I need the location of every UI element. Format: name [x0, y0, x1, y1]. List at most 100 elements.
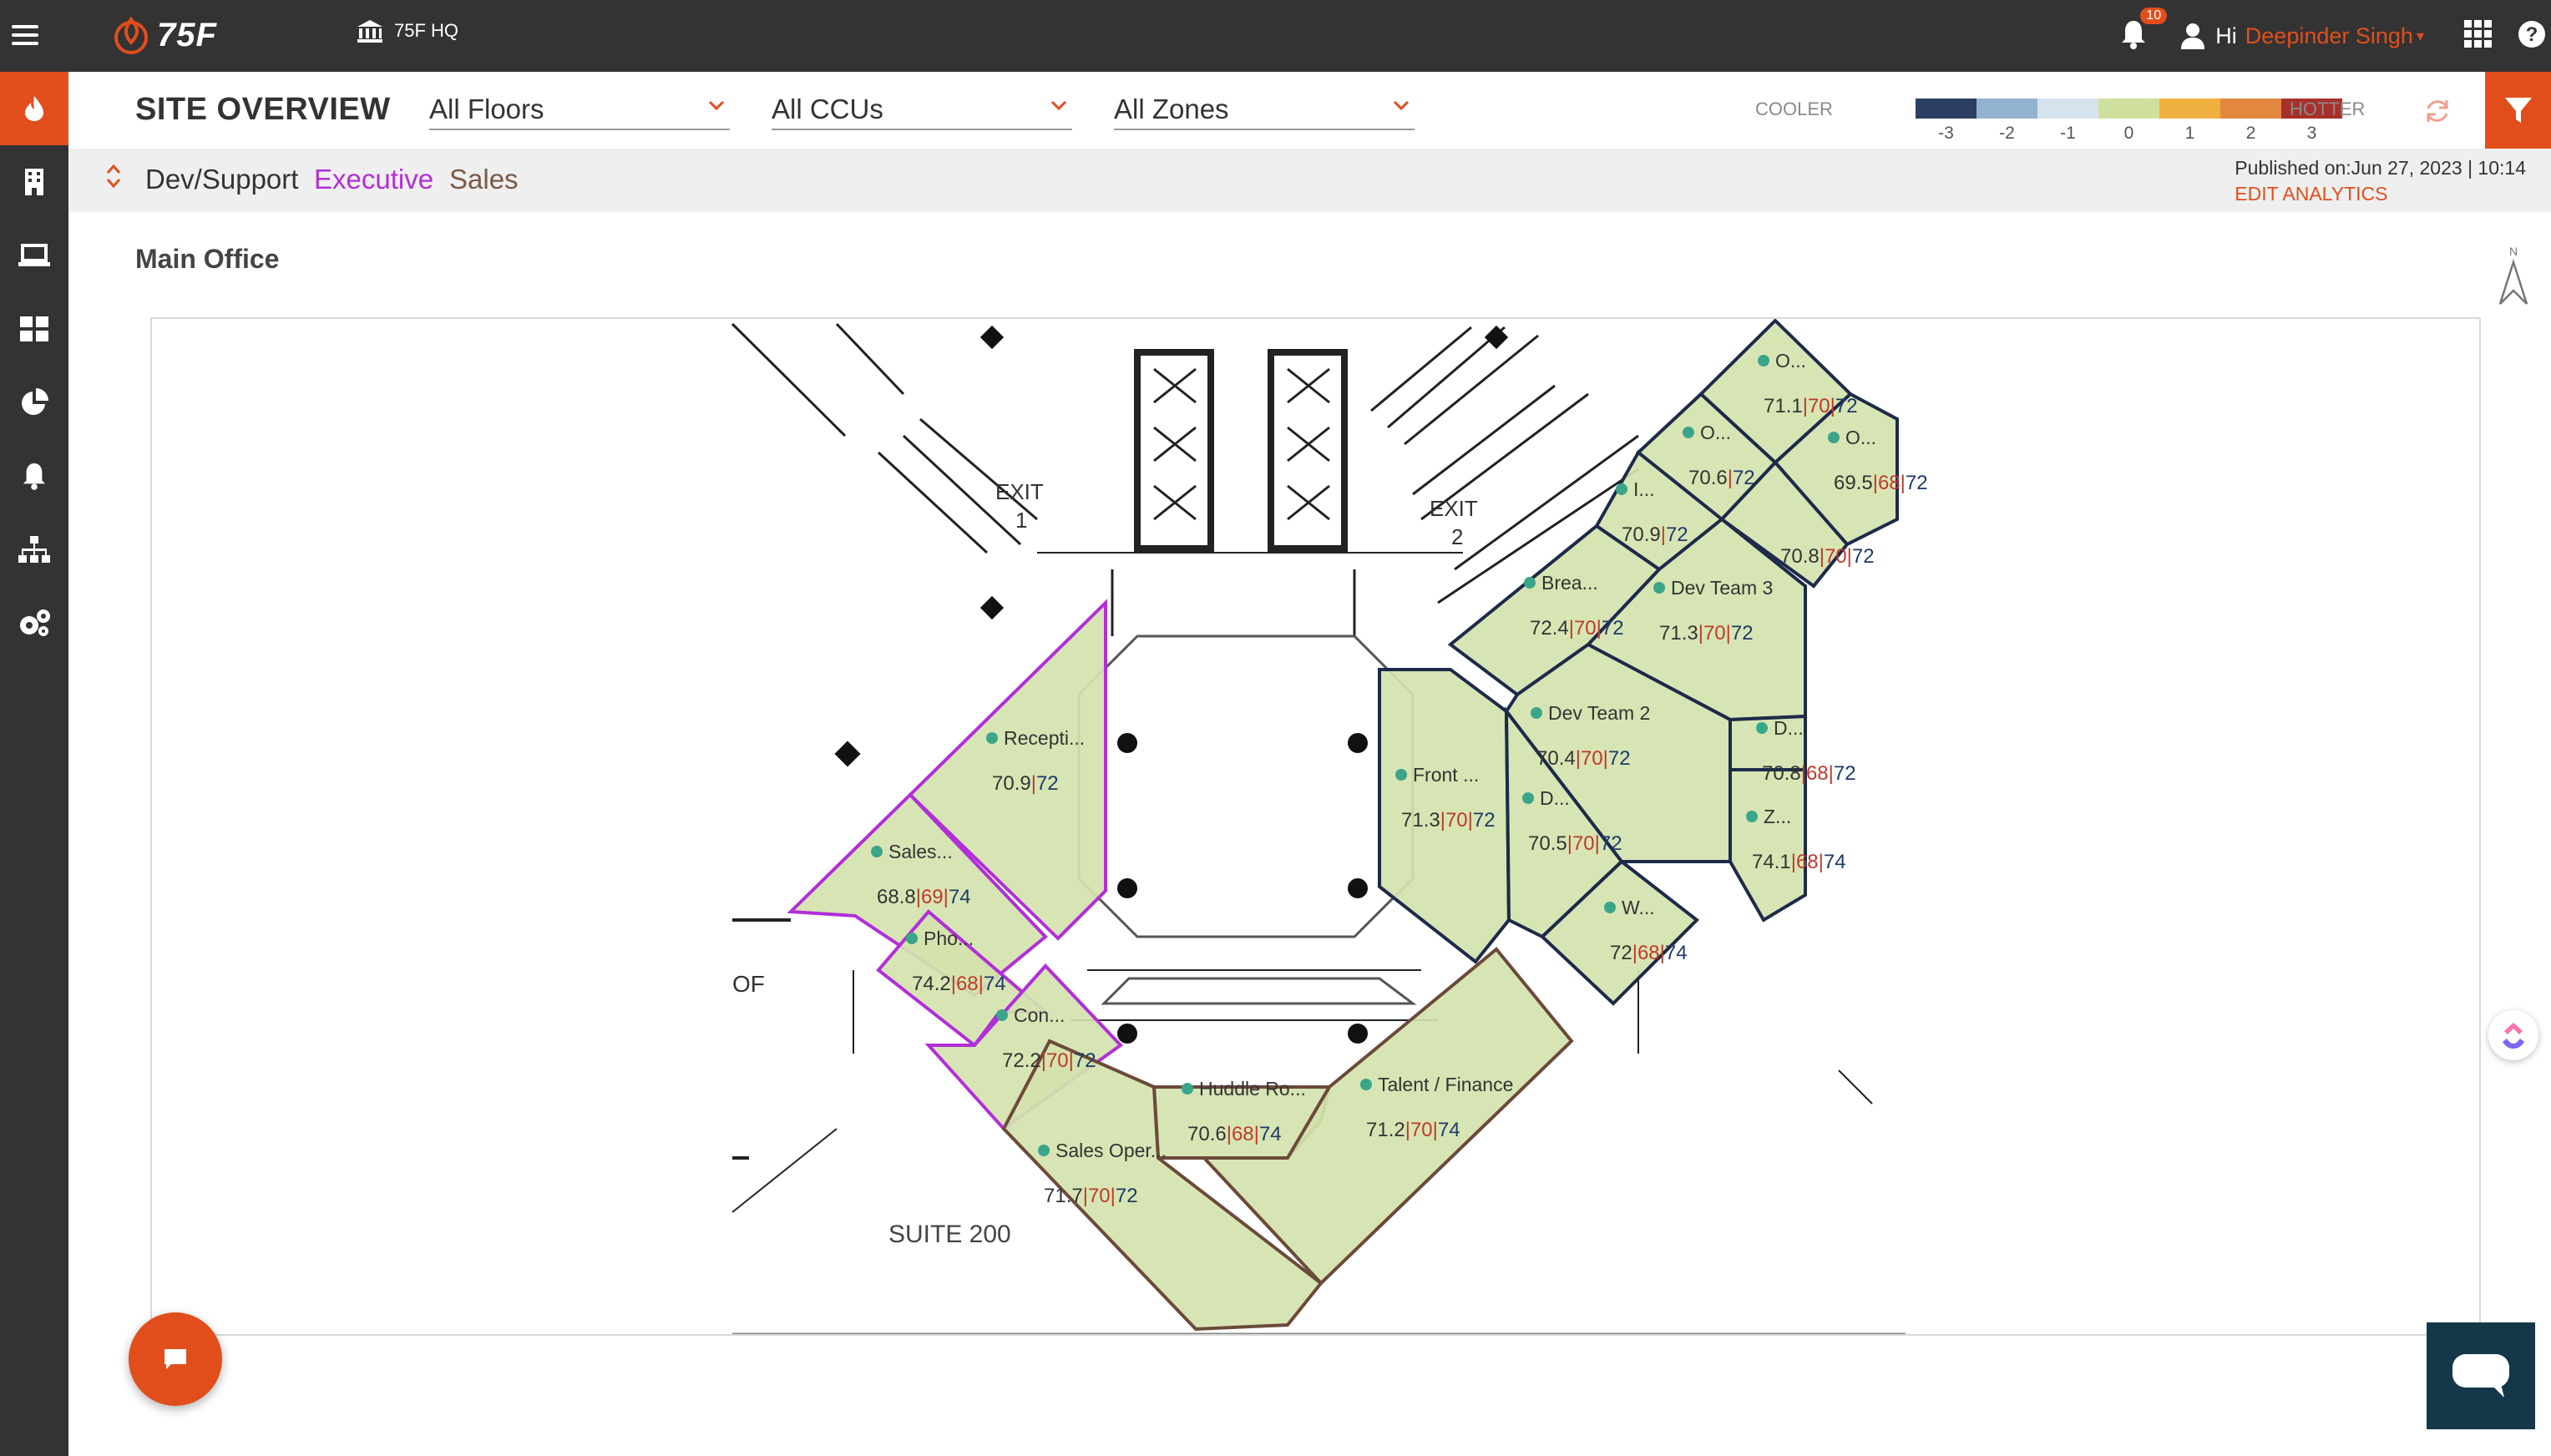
- tab-dev-support[interactable]: Dev/Support: [145, 164, 298, 195]
- site-selector[interactable]: 75F HQ: [356, 18, 458, 43]
- legend-value: -3: [1938, 124, 1954, 143]
- zone-status-dot: [996, 1009, 1008, 1021]
- filter-button[interactable]: [2485, 72, 2551, 149]
- clickup-icon[interactable]: [2488, 1010, 2538, 1060]
- help-icon[interactable]: ?: [2518, 20, 2546, 53]
- zone-temperatures: 71.3|70|72: [1659, 622, 1754, 645]
- sidebar-item-dashboard[interactable]: [0, 292, 68, 366]
- zone-heat-temp: 70: [1808, 395, 1830, 417]
- zone-status-dot: [1524, 577, 1536, 589]
- zone-cur-temp: 72: [1610, 942, 1632, 964]
- zone-temperatures: 70.9|72: [1622, 523, 1688, 546]
- zone-cur-temp: 71.3: [1659, 622, 1698, 645]
- zones-dropdown-value: All Zones: [1114, 94, 1229, 124]
- zone-name: Pho...: [924, 928, 974, 949]
- zone-temperatures: 71.1|70|72: [1764, 395, 1858, 417]
- building-icon: [25, 169, 43, 195]
- apps-grid-icon[interactable]: [2464, 19, 2493, 53]
- zone-heat-temp: 68: [1806, 762, 1829, 785]
- building-icon: [357, 20, 382, 43]
- left-sidebar: [0, 72, 68, 1456]
- zone-name: Con...: [1014, 1004, 1065, 1026]
- gears-icon: [20, 609, 50, 636]
- zone-status-dot: [1758, 355, 1769, 367]
- dashboard-icon: [20, 316, 48, 341]
- brand-logo[interactable]: 75F: [110, 10, 217, 60]
- sidebar-item-alerts[interactable]: [0, 439, 68, 513]
- zone-cur-temp: 69.5: [1834, 472, 1873, 494]
- zone-cool-temp: 72: [1835, 395, 1858, 417]
- zone-temperatures: 72.2|70|72: [1002, 1049, 1096, 1072]
- zone-temperatures: 71.2|70|74: [1366, 1119, 1460, 1141]
- message-icon: [2452, 1354, 2509, 1398]
- zone-name: O...: [1775, 350, 1806, 372]
- exit-1-label: EXIT: [995, 479, 1044, 504]
- temperature-legend-values: -3 -2 -1 0 1 2 3: [1916, 124, 2342, 144]
- sidebar-item-overview[interactable]: [0, 72, 68, 145]
- zones-dropdown[interactable]: All Zones: [1114, 92, 1415, 130]
- sidebar-item-settings[interactable]: [0, 586, 68, 660]
- zone-cur-temp: 71.3: [1401, 809, 1440, 832]
- page-title: SITE OVERVIEW: [135, 92, 391, 127]
- user-menu[interactable]: Hi Deepinder Singh ▾: [2180, 23, 2424, 49]
- zone-cool-temp: 74: [1259, 1123, 1282, 1145]
- zone-cool-temp: 74: [1824, 851, 1846, 873]
- zone-temperatures: 70.8|68|72: [1762, 762, 1856, 785]
- edit-analytics-link[interactable]: EDIT ANALYTICS: [2235, 183, 2526, 205]
- ccus-dropdown[interactable]: All CCUs: [772, 92, 1072, 130]
- zone-cool-temp: 74: [1438, 1119, 1460, 1141]
- user-name: Deepinder Singh: [2245, 23, 2413, 48]
- legend-cooler-label: COOLER: [1755, 99, 1833, 119]
- user-icon: [2181, 23, 2205, 49]
- zone-name: Huddle Ro...: [1199, 1078, 1306, 1100]
- zone-cur-temp: 70.8: [1762, 762, 1801, 785]
- zone-label-z5[interactable]: 70.8|70|72: [1780, 545, 1875, 568]
- hierarchy-icon: [18, 536, 50, 563]
- sidebar-item-hierarchy[interactable]: [0, 513, 68, 586]
- temperature-legend-bar: [1916, 99, 2342, 119]
- zone-status-dot: [906, 933, 918, 944]
- zone-z12[interactable]: [1729, 768, 1807, 923]
- zone-status-dot: [1522, 792, 1534, 804]
- legend-swatch: [1977, 99, 2037, 119]
- zone-cool-temp: 72: [1834, 762, 1856, 785]
- zone-cool-temp: 72: [1602, 617, 1624, 640]
- floors-dropdown[interactable]: All Floors: [429, 92, 730, 130]
- zone-status-dot: [1746, 811, 1758, 822]
- help-chat-button[interactable]: [2427, 1322, 2535, 1429]
- zone-status-dot: [1038, 1145, 1050, 1156]
- zone-heat-temp: 70: [1572, 832, 1595, 855]
- chevron-down-icon: [708, 100, 725, 111]
- zone-status-dot: [1756, 722, 1768, 734]
- sidebar-item-analytics[interactable]: [0, 366, 68, 439]
- floor-plan-canvas: EXIT 1 EXIT 2 OF SUITE 200 O... 71.1|70|7…: [150, 317, 2481, 1336]
- legend-value: 2: [2245, 124, 2256, 143]
- hamburger-menu-icon[interactable]: [12, 20, 38, 50]
- zone-cool-temp: 72: [1116, 1185, 1138, 1207]
- ccus-dropdown-value: All CCUs: [772, 94, 883, 124]
- floors-dropdown-value: All Floors: [429, 94, 544, 124]
- floor-name: Main Office: [135, 244, 280, 274]
- tab-executive[interactable]: Executive: [314, 164, 433, 195]
- zone-cur-temp: 72.4: [1530, 617, 1569, 640]
- zone-cur-temp: 71.2: [1366, 1119, 1405, 1141]
- compass-north-icon: N: [2497, 244, 2530, 313]
- zone-cool-temp: 72: [1036, 772, 1059, 795]
- refresh-icon[interactable]: [2423, 97, 2452, 129]
- zone-cur-temp: 70.9: [1622, 523, 1661, 546]
- zone-cool-temp: 72: [1733, 467, 1755, 489]
- zone-cool-temp: 74: [949, 886, 971, 908]
- zone-heat-temp: 70: [1825, 545, 1847, 568]
- pie-chart-icon: [22, 388, 48, 415]
- tab-sales[interactable]: Sales: [449, 164, 519, 195]
- sidebar-item-buildings[interactable]: [0, 145, 68, 219]
- sort-arrows-icon[interactable]: [105, 162, 122, 195]
- bell-icon: [23, 463, 46, 490]
- notifications-button[interactable]: 10: [2120, 7, 2168, 53]
- chat-button[interactable]: [129, 1312, 222, 1406]
- zone-name: D...: [1774, 717, 1804, 739]
- sidebar-item-devices[interactable]: [0, 219, 68, 292]
- zone-cool-temp: 72: [1600, 832, 1622, 855]
- zone-name: O...: [1845, 427, 1876, 448]
- zone-temperatures: 70.6|72: [1688, 467, 1755, 489]
